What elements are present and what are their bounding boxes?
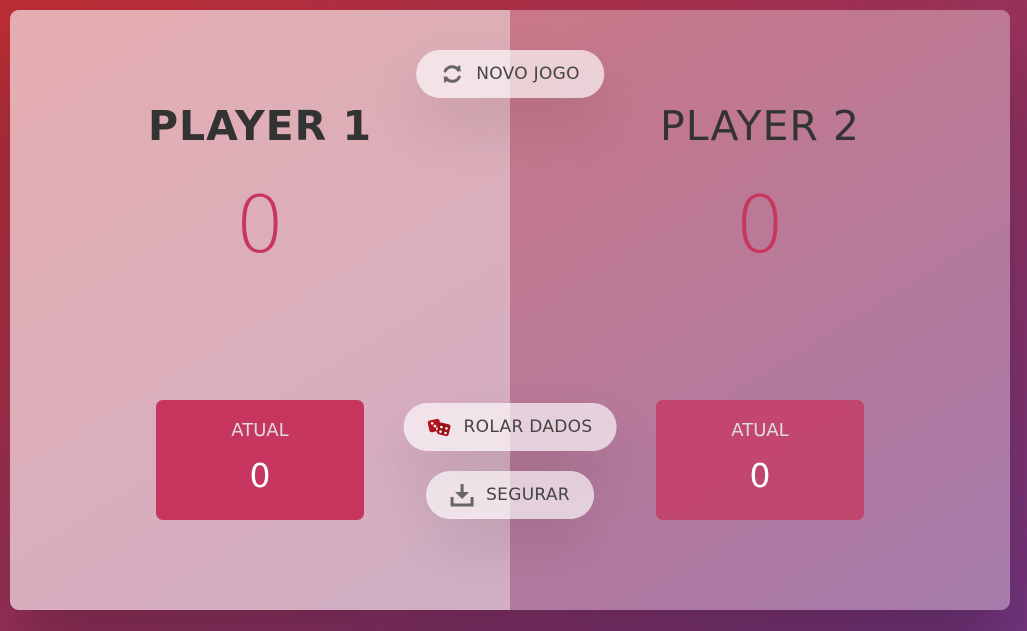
refresh-icon <box>440 62 464 86</box>
player-1-name: PLAYER 1 <box>147 102 373 150</box>
new-game-button[interactable]: NOVO JOGO <box>416 50 604 98</box>
player-2-panel: PLAYER 2 0 ATUAL 0 <box>510 10 1010 610</box>
player-1-score: 0 <box>235 181 285 271</box>
roll-dice-label: ROLAR DADOS <box>463 417 593 437</box>
game-board: PLAYER 1 0 ATUAL 0 PLAYER 2 0 ATUAL 0 <box>10 10 1010 610</box>
player-2-score: 0 <box>735 181 785 271</box>
player-1-current-label: ATUAL <box>231 420 289 441</box>
player-2-name: PLAYER 2 <box>660 102 860 150</box>
player-2-current-box: ATUAL 0 <box>656 400 864 520</box>
roll-dice-button[interactable]: ROLAR DADOS <box>403 403 617 451</box>
download-icon <box>450 483 474 507</box>
player-2-current-score: 0 <box>749 455 771 495</box>
player-1-current-box: ATUAL 0 <box>156 400 364 520</box>
player-2-current-label: ATUAL <box>731 420 789 441</box>
new-game-label: NOVO JOGO <box>476 64 580 84</box>
hold-label: SEGURAR <box>486 485 570 505</box>
dice-icon <box>427 415 452 439</box>
hold-button[interactable]: SEGURAR <box>426 471 594 519</box>
player-1-panel: PLAYER 1 0 ATUAL 0 <box>10 10 510 610</box>
player-1-current-score: 0 <box>249 455 271 495</box>
